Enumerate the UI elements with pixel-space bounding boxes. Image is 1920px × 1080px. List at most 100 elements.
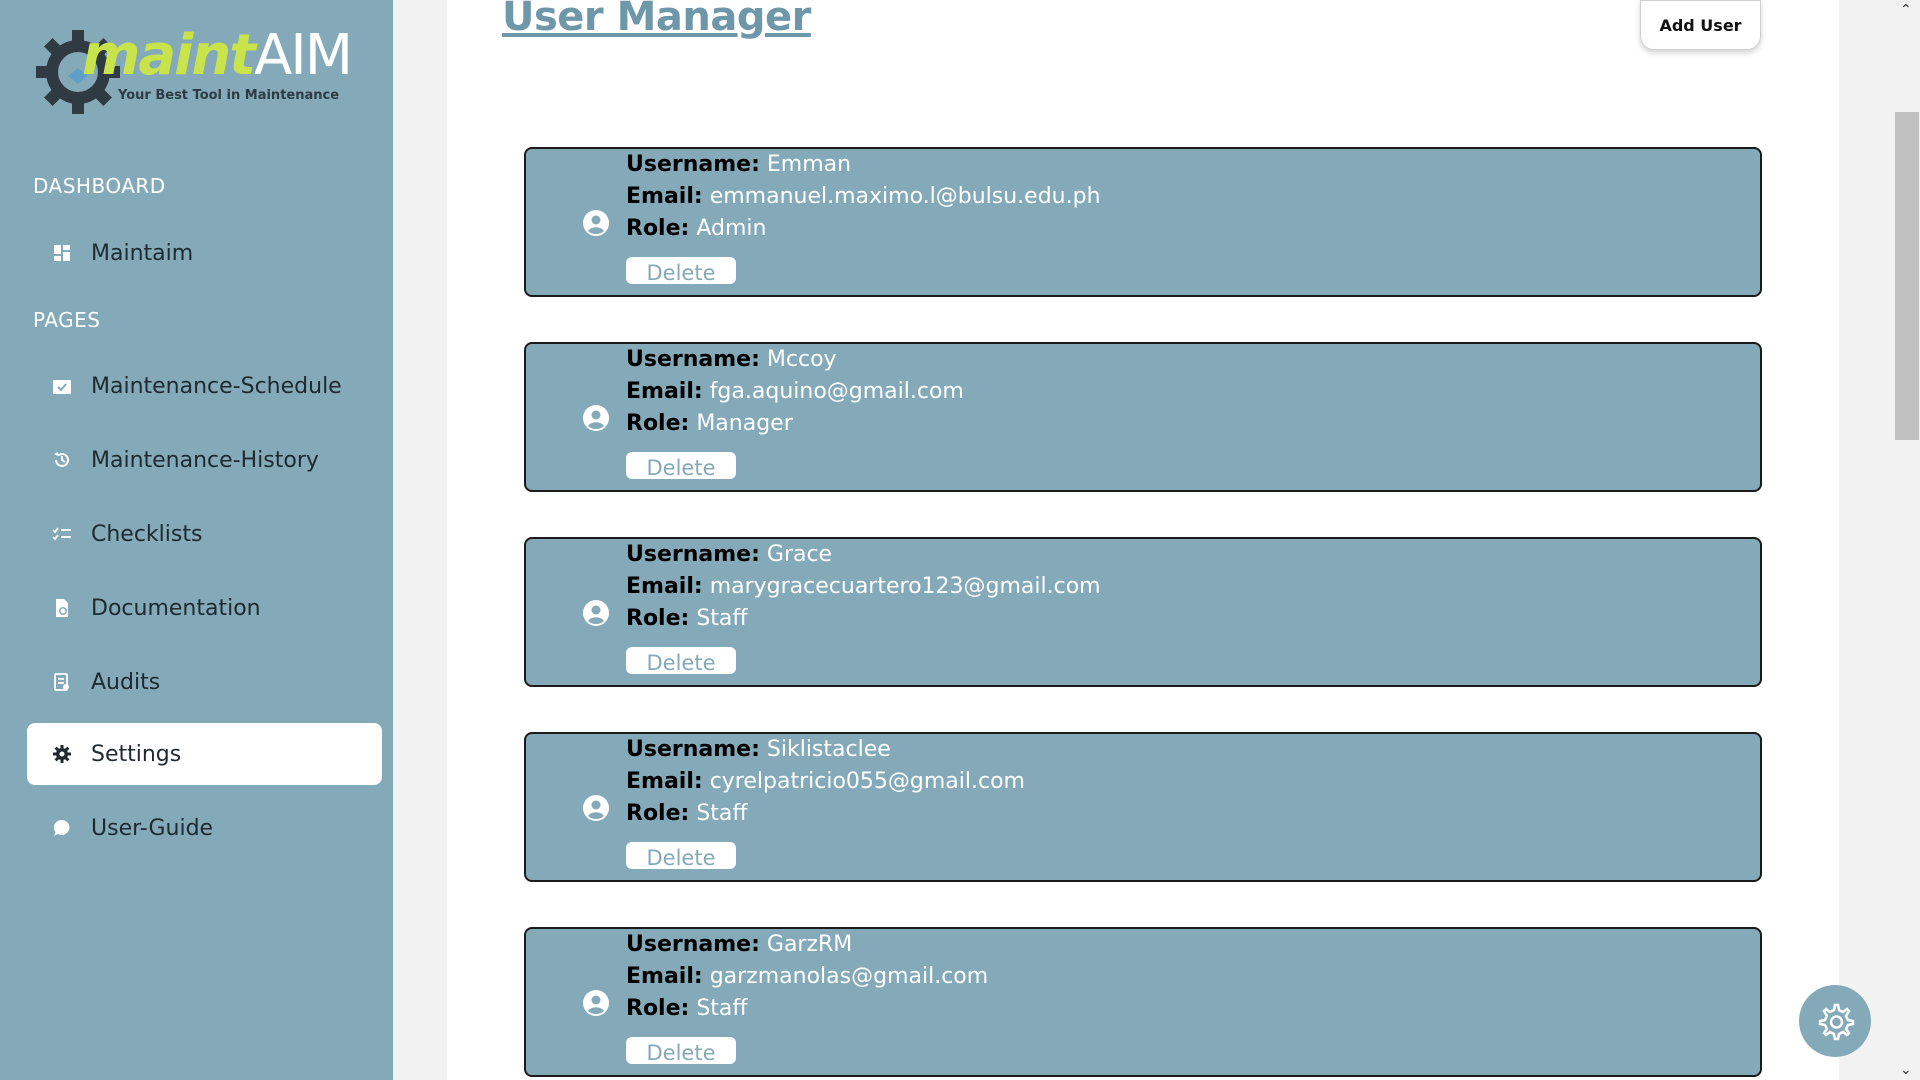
user-avatar-icon xyxy=(583,210,609,236)
role-line: Role: Admin xyxy=(626,216,766,241)
sidebar-item-maintenance-schedule[interactable]: Maintenance-Schedule xyxy=(27,355,382,417)
calendar-check-icon xyxy=(27,378,91,394)
username-value: Emman xyxy=(766,152,852,177)
username-line: Username: Emman xyxy=(626,152,851,177)
scroll-up-arrow-icon[interactable]: ⌃ xyxy=(1900,2,1912,18)
pages-section-title: PAGES xyxy=(33,308,101,332)
username-line: Username: Siklistaclee xyxy=(626,737,891,762)
username-value: GarzRM xyxy=(766,932,853,957)
dashboard-section-title: DASHBOARD xyxy=(33,174,166,198)
sidebar-item-label: Maintenance-History xyxy=(91,447,319,473)
sidebar-item-maintaim[interactable]: Maintaim xyxy=(27,222,382,284)
role-value: Admin xyxy=(696,216,767,241)
page-title: User Manager xyxy=(502,0,811,40)
username-value: Grace xyxy=(766,542,833,567)
username-label: Username: xyxy=(626,347,760,372)
checklist-icon xyxy=(27,527,91,541)
email-value: cyrelpatricio055@gmail.com xyxy=(709,769,1025,794)
role-label: Role: xyxy=(626,606,690,631)
sidebar-item-label: Documentation xyxy=(91,595,261,621)
role-label: Role: xyxy=(626,216,690,241)
settings-fab-button[interactable] xyxy=(1799,985,1871,1057)
email-line: Email: emmanuel.maximo.l@bulsu.edu.ph xyxy=(626,184,1101,209)
sidebar-item-label: Audits xyxy=(91,669,161,695)
user-card: Username: GarzRM Email: garzmanolas@gmai… xyxy=(524,927,1762,1077)
email-label: Email: xyxy=(626,574,703,599)
audit-icon xyxy=(27,673,91,691)
logo-maint: maint xyxy=(82,23,256,88)
sidebar-item-label: User-Guide xyxy=(91,815,214,841)
delete-user-button[interactable]: Delete xyxy=(626,647,736,675)
sidebar-item-label: Checklists xyxy=(91,521,203,547)
user-avatar-icon xyxy=(583,795,609,821)
user-avatar-icon xyxy=(583,600,609,626)
delete-user-button[interactable]: Delete xyxy=(626,1037,736,1065)
scroll-down-arrow-icon[interactable]: ⌄ xyxy=(1900,1062,1912,1078)
email-label: Email: xyxy=(626,964,703,989)
email-label: Email: xyxy=(626,184,703,209)
user-card: Username: Emman Email: emmanuel.maximo.l… xyxy=(524,147,1762,297)
email-value: garzmanolas@gmail.com xyxy=(709,964,989,989)
username-line: Username: Mccoy xyxy=(626,347,837,372)
username-label: Username: xyxy=(626,737,760,762)
role-value: Staff xyxy=(696,996,748,1021)
logo-wordmark: maintAIM xyxy=(82,28,353,84)
email-line: Email: garzmanolas@gmail.com xyxy=(626,964,988,989)
sidebar-item-user-guide[interactable]: User-Guide xyxy=(27,797,382,859)
role-label: Role: xyxy=(626,801,690,826)
sidebar-item-label: Settings xyxy=(91,741,182,767)
role-line: Role: Manager xyxy=(626,411,793,436)
scrollbar-thumb[interactable] xyxy=(1895,112,1919,440)
role-line: Role: Staff xyxy=(626,606,748,631)
gear-icon xyxy=(27,745,91,763)
delete-user-button[interactable]: Delete xyxy=(626,452,736,480)
sidebar-item-maintenance-history[interactable]: Maintenance-History xyxy=(27,429,382,491)
dashboard-icon xyxy=(27,245,91,261)
username-value: Siklistaclee xyxy=(766,737,891,762)
username-line: Username: GarzRM xyxy=(626,932,852,957)
gear-outline-icon xyxy=(1818,1003,1855,1041)
username-line: Username: Grace xyxy=(626,542,832,567)
chat-bubble-icon xyxy=(27,819,91,837)
sidebar-item-checklists[interactable]: Checklists xyxy=(27,503,382,565)
sidebar: maintAIM Your Best Tool in Maintenance D… xyxy=(0,0,393,1080)
username-label: Username: xyxy=(626,152,760,177)
sidebar-item-label: Maintaim xyxy=(91,240,194,266)
sidebar-item-documentation[interactable]: Documentation xyxy=(27,577,382,639)
user-avatar-icon xyxy=(583,990,609,1016)
delete-user-button[interactable]: Delete xyxy=(626,257,736,285)
add-user-button[interactable]: Add User xyxy=(1640,0,1761,50)
email-value: marygracecuartero123@gmail.com xyxy=(709,574,1101,599)
email-value: fga.aquino@gmail.com xyxy=(709,379,964,404)
email-line: Email: fga.aquino@gmail.com xyxy=(626,379,964,404)
email-label: Email: xyxy=(626,379,703,404)
document-hand-icon xyxy=(27,599,91,617)
role-value: Staff xyxy=(696,801,748,826)
username-value: Mccoy xyxy=(766,347,837,372)
role-label: Role: xyxy=(626,411,690,436)
email-line: Email: marygracecuartero123@gmail.com xyxy=(626,574,1101,599)
user-avatar-icon xyxy=(583,405,609,431)
delete-user-button[interactable]: Delete xyxy=(626,842,736,870)
logo-aim: AIM xyxy=(253,23,353,88)
history-icon xyxy=(27,450,91,470)
username-label: Username: xyxy=(626,932,760,957)
sidebar-item-label: Maintenance-Schedule xyxy=(91,373,342,399)
sidebar-item-audits[interactable]: Audits xyxy=(27,651,382,713)
role-value: Staff xyxy=(696,606,748,631)
page-scrollbar[interactable]: ⌃ ⌄ xyxy=(1894,0,1920,1080)
maintaim-logo[interactable]: maintAIM Your Best Tool in Maintenance xyxy=(32,26,353,118)
user-card: Username: Mccoy Email: fga.aquino@gmail.… xyxy=(524,342,1762,492)
username-label: Username: xyxy=(626,542,760,567)
sidebar-item-settings[interactable]: Settings xyxy=(27,723,382,785)
email-line: Email: cyrelpatricio055@gmail.com xyxy=(626,769,1025,794)
user-card: Username: Siklistaclee Email: cyrelpatri… xyxy=(524,732,1762,882)
role-line: Role: Staff xyxy=(626,801,748,826)
logo-tagline: Your Best Tool in Maintenance xyxy=(118,88,340,103)
email-label: Email: xyxy=(626,769,703,794)
role-value: Manager xyxy=(696,411,793,436)
role-label: Role: xyxy=(626,996,690,1021)
user-card: Username: Grace Email: marygracecuartero… xyxy=(524,537,1762,687)
role-line: Role: Staff xyxy=(626,996,748,1021)
main-panel: User Manager Add User Username: Emman Em… xyxy=(447,0,1839,1080)
